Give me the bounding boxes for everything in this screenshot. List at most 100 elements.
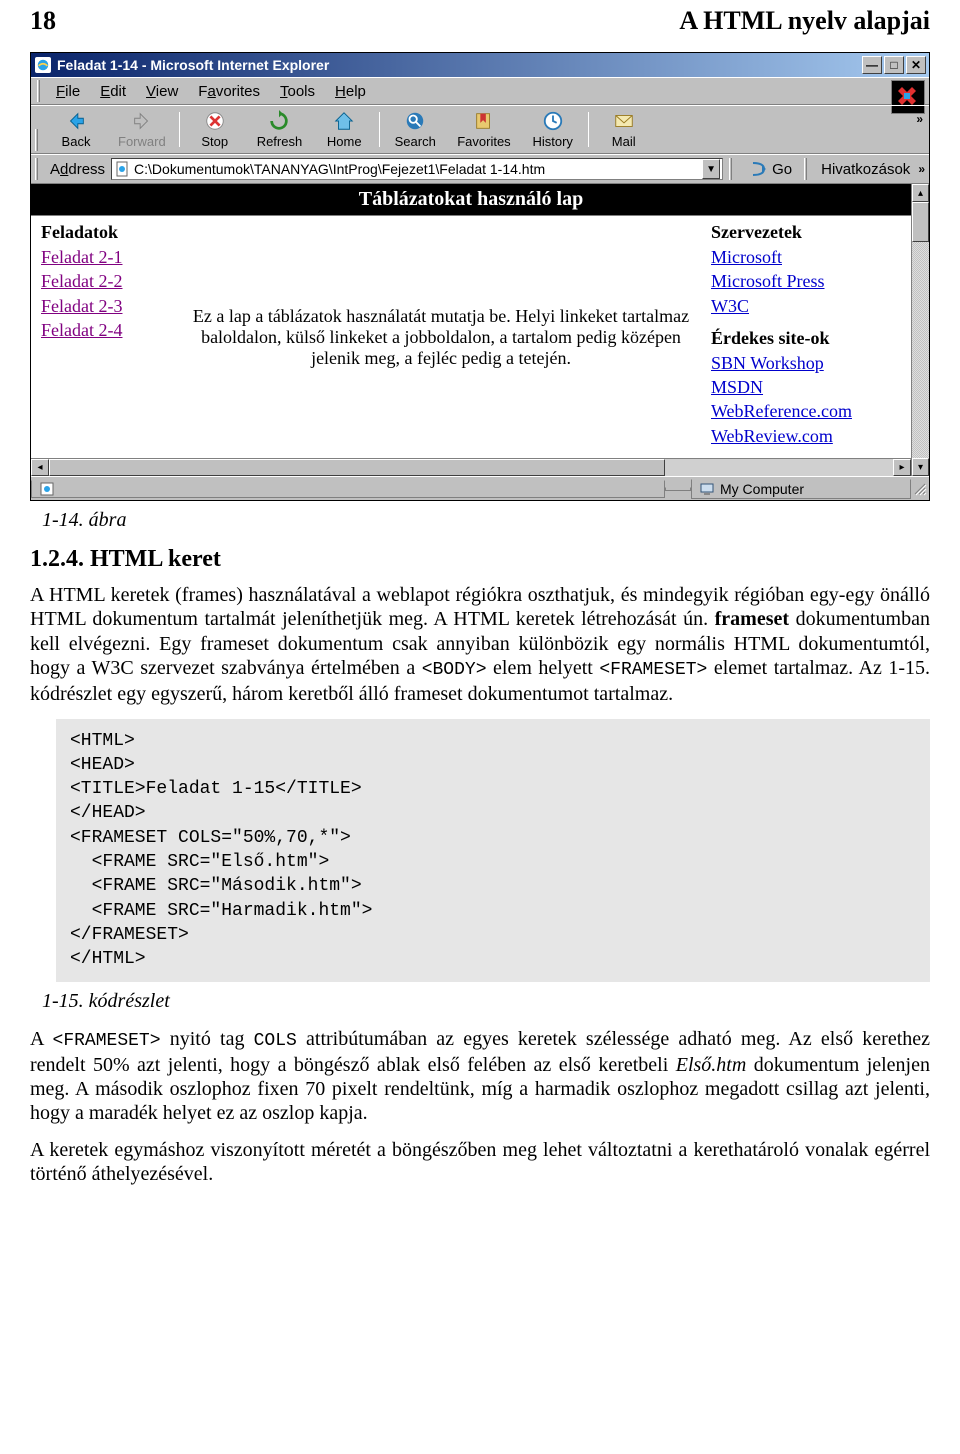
external-link[interactable]: WebReference.com [711, 399, 901, 423]
grip-icon[interactable] [37, 80, 40, 102]
scroll-thumb[interactable] [912, 202, 929, 242]
scroll-thumb[interactable] [49, 459, 665, 476]
window-title: Feladat 1-14 - Microsoft Internet Explor… [57, 57, 329, 73]
scroll-down-icon[interactable]: ▾ [912, 458, 929, 476]
local-link[interactable]: Feladat 2-3 [41, 294, 171, 318]
ie-window: Feladat 1-14 - Microsoft Internet Explor… [30, 52, 930, 501]
menu-tools[interactable]: Tools [270, 81, 325, 102]
home-button[interactable]: Home [312, 108, 376, 151]
favorites-button[interactable]: Favorites [447, 108, 520, 151]
external-link[interactable]: MSDN [711, 375, 901, 399]
go-label: Go [772, 161, 792, 178]
back-arrow-icon [65, 110, 87, 132]
close-button[interactable]: ✕ [906, 56, 926, 74]
status-zone-label: My Computer [720, 481, 804, 497]
vertical-scrollbar[interactable]: ▴ ▾ [911, 184, 929, 476]
local-link[interactable]: Feladat 2-2 [41, 269, 171, 293]
separator [179, 112, 180, 147]
stop-label: Stop [201, 134, 228, 149]
menu-file[interactable]: File [46, 81, 90, 102]
external-link[interactable]: WebReview.com [711, 424, 901, 448]
forward-arrow-icon [131, 110, 153, 132]
local-link[interactable]: Feladat 2-4 [41, 318, 171, 342]
right-column: Szervezetek Microsoft Microsoft Press W3… [701, 216, 911, 458]
right-heading-1: Szervezetek [711, 222, 901, 243]
local-link[interactable]: Feladat 2-1 [41, 245, 171, 269]
content-viewport: Táblázatokat használó lap Feladatok Fela… [31, 184, 929, 476]
right-heading-2: Érdekes site-ok [711, 328, 901, 349]
paragraph: A HTML keretek (frames) használatával a … [30, 583, 930, 707]
external-link[interactable]: SBN Workshop [711, 351, 901, 375]
mail-button[interactable]: Mail [592, 108, 656, 151]
section-heading: 1.2.4. HTML keret [30, 546, 930, 573]
page-number: 18 [30, 6, 56, 36]
menu-view[interactable]: View [136, 81, 188, 102]
address-dropdown-icon[interactable]: ▼ [702, 159, 720, 179]
favorites-label: Favorites [457, 134, 510, 149]
scroll-up-icon[interactable]: ▴ [912, 184, 929, 202]
address-value: C:\Dokumentumok\TANANYAG\IntProg\Fejezet… [132, 161, 702, 177]
links-label[interactable]: Hivatkozások [819, 161, 912, 178]
external-link[interactable]: W3C [711, 294, 901, 318]
separator [379, 112, 380, 147]
center-column: Ez a lap a táblázatok használatát mutatj… [181, 216, 701, 458]
ie-icon [35, 57, 51, 73]
search-label: Search [395, 134, 436, 149]
external-link[interactable]: Microsoft Press [711, 269, 901, 293]
address-bar: Address C:\Dokumentumok\TANANYAG\IntProg… [31, 154, 929, 184]
overflow-chevron-icon[interactable]: » [916, 112, 923, 126]
status-cell [665, 487, 691, 491]
refresh-label: Refresh [257, 134, 303, 149]
refresh-icon [268, 110, 290, 132]
chapter-title: A HTML nyelv alapjai [679, 6, 930, 36]
titlebar: Feladat 1-14 - Microsoft Internet Explor… [31, 53, 929, 77]
home-label: Home [327, 134, 362, 149]
document-icon [114, 161, 132, 177]
center-text: Ez a lap a táblázatok használatát mutatj… [187, 306, 695, 369]
status-zone: My Computer [691, 479, 911, 499]
search-button[interactable]: Search [383, 108, 447, 151]
back-label: Back [62, 134, 91, 149]
grip-icon[interactable] [804, 158, 807, 180]
left-heading: Feladatok [41, 222, 171, 243]
listing-caption: 1-15. kódrészlet [42, 990, 930, 1013]
computer-icon [700, 482, 716, 496]
forward-label: Forward [118, 134, 166, 149]
statusbar: My Computer [31, 476, 929, 500]
history-icon [542, 110, 564, 132]
refresh-button[interactable]: Refresh [247, 108, 313, 151]
menu-help[interactable]: Help [325, 81, 376, 102]
minimize-button[interactable]: — [862, 56, 882, 74]
go-button[interactable]: Go [744, 160, 798, 178]
stop-button[interactable]: Stop [183, 108, 247, 151]
grip-icon[interactable] [729, 158, 732, 180]
stop-icon [204, 110, 226, 132]
grip-icon[interactable] [35, 129, 38, 151]
go-icon [750, 160, 768, 178]
mail-icon [613, 110, 635, 132]
menu-edit[interactable]: Edit [90, 81, 136, 102]
left-column: Feladatok Feladat 2-1 Feladat 2-2 Felada… [31, 216, 181, 458]
horizontal-scrollbar[interactable]: ◂ ▸ [31, 458, 911, 476]
toolbar: Back Forward Stop Refresh Home Search Fa… [31, 105, 929, 154]
forward-button[interactable]: Forward [108, 108, 176, 151]
paragraph: A <FRAMESET> nyitó tag COLS attribútumáb… [30, 1027, 930, 1126]
favorites-icon [473, 110, 495, 132]
overflow-chevron-icon[interactable]: » [918, 162, 925, 176]
paragraph: A keretek egymáshoz viszonyított méretét… [30, 1138, 930, 1187]
grip-icon[interactable] [35, 158, 38, 180]
scroll-right-icon[interactable]: ▸ [893, 459, 911, 476]
address-label: Address [50, 161, 105, 178]
history-label: History [532, 134, 572, 149]
maximize-button[interactable]: □ [884, 56, 904, 74]
scroll-left-icon[interactable]: ◂ [31, 459, 49, 476]
external-link[interactable]: Microsoft [711, 245, 901, 269]
running-header: 18 A HTML nyelv alapjai [30, 0, 930, 42]
menu-favorites[interactable]: Favorites [188, 81, 270, 102]
back-button[interactable]: Back [44, 108, 108, 151]
history-button[interactable]: History [521, 108, 585, 151]
menubar: File Edit View Favorites Tools Help [31, 77, 929, 105]
address-input[interactable]: C:\Dokumentumok\TANANYAG\IntProg\Fejezet… [111, 158, 723, 180]
code-listing: <HTML> <HEAD> <TITLE>Feladat 1-15</TITLE… [56, 719, 930, 982]
resize-grip-icon[interactable] [911, 480, 929, 498]
